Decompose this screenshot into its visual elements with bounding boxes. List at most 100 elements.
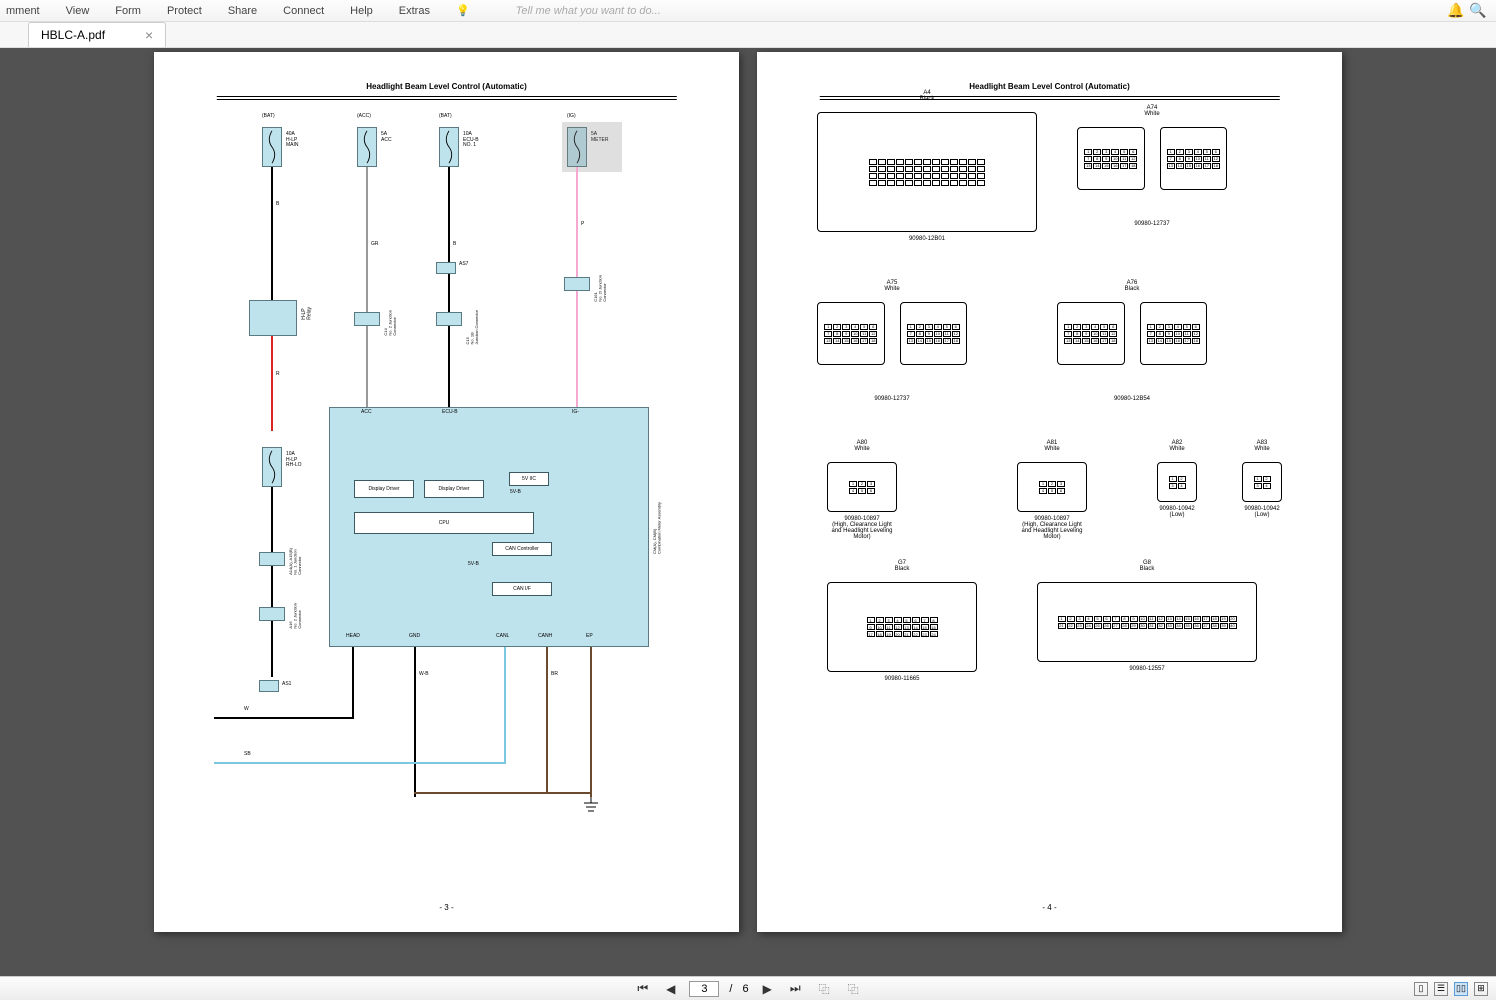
wl-p: P (581, 222, 584, 228)
fuse-top: (IG) (567, 114, 576, 120)
page-title: Headlight Beam Level Control (Automatic) (366, 82, 526, 91)
fuse-label: 10AECU-BNO. 1 (463, 132, 479, 149)
wire-cyan (504, 647, 506, 762)
menu-form[interactable]: Form (115, 5, 141, 17)
side-junc-label: A16No. 2 JunctionConnector (289, 603, 302, 629)
view-mode-2-icon[interactable]: ⿻ (844, 981, 863, 997)
wire-brown-h (414, 792, 592, 794)
connector-body: 123456789101112131415161718 (1160, 127, 1228, 190)
ecu-side-label: CM(A), CM(B)Combination Meter Assembly (653, 502, 662, 554)
connector-body: 123456789101112131415161718192021222324 (827, 582, 977, 672)
side-junc-label: A14(A), A15(B)No. 1 JunctionConnector (289, 548, 302, 575)
menu-extras[interactable]: Extras (399, 5, 430, 17)
menu-help[interactable]: Help (350, 5, 373, 17)
side-junction (259, 607, 285, 621)
connector-label: A83White (1242, 440, 1282, 452)
connector-body: 123456789101112131415161718 (817, 302, 885, 365)
continuous-icon[interactable]: ☰ (1434, 982, 1448, 996)
first-page-button[interactable]: ⏮ (633, 981, 652, 996)
fuse-ecub (439, 127, 459, 167)
view-mode-1-icon[interactable]: ⿻ (815, 981, 834, 997)
as1-label: AS1 (282, 682, 291, 688)
connector-partnum: 90980-10897(High, Clearance Light and He… (1017, 516, 1087, 540)
connector-body: 123456789101112131415161718 (1057, 302, 1125, 365)
connector-partnum: 90980-10897(High, Clearance Light and He… (827, 516, 897, 540)
connector-body: 123456789101112131415161718 (900, 302, 968, 365)
wire-white (271, 487, 273, 677)
5v-iic: 5V IIC (509, 472, 549, 486)
connector-label: A81White (1017, 440, 1087, 452)
highlight-region (562, 122, 622, 172)
connector-label: A75White (817, 280, 967, 292)
display-driver-1: Display Driver (354, 480, 414, 498)
connector-partnum: 90980-12B01 (817, 236, 1037, 242)
relay-block (249, 300, 297, 336)
connector-partnum: 90980-10942(Low) (1157, 506, 1197, 518)
wire-brown (546, 647, 548, 792)
connector-label: A4Black (817, 90, 1037, 102)
menu-protect[interactable]: Protect (167, 5, 202, 17)
relay-label: H-LPRelay (302, 307, 313, 320)
page-number: - 3 - (439, 903, 453, 912)
menu-share[interactable]: Share (228, 5, 257, 17)
connector-label: A80White (827, 440, 897, 452)
document-tab[interactable]: HBLC-A.pdf × (28, 22, 166, 47)
connector-partnum: 90980-12B54 (1057, 396, 1207, 402)
connector-label: A82White (1157, 440, 1197, 452)
pin-acc: ACC (361, 410, 372, 416)
wire-cyan-h (214, 762, 506, 764)
page-total: 6 (742, 983, 748, 995)
page-number: - 4 - (1042, 903, 1056, 912)
connector-partnum: 90980-11665 (827, 676, 977, 682)
wire-white (352, 647, 354, 717)
wl-r: R (276, 372, 280, 378)
wire (271, 167, 273, 252)
lightbulb-icon: 💡 (456, 4, 470, 17)
notification-icon[interactable]: 🔔 (1448, 2, 1464, 18)
can-if: CAN I/F (492, 582, 552, 596)
fuse-rhlo (262, 447, 282, 487)
single-page-icon[interactable]: ▯ (1414, 982, 1428, 996)
connector-body: 123456 (1017, 462, 1087, 512)
last-page-button[interactable]: ⏭ (786, 981, 805, 996)
connector-body: 123456 (827, 462, 897, 512)
junction-label: C15No. 1BJunction Connector (466, 310, 479, 344)
as7-label: AS7 (459, 262, 468, 268)
menu-mment[interactable]: mment (6, 5, 40, 17)
display-driver-2: Display Driver (424, 480, 484, 498)
cpu: CPU (354, 512, 534, 534)
view-icons: ▯ ☰ ▯▯ ⊞ (1414, 982, 1488, 996)
wire (366, 167, 368, 407)
fuse-top: (ACC) (357, 114, 371, 120)
menu-view[interactable]: View (66, 5, 90, 17)
two-page-icon[interactable]: ▯▯ (1454, 982, 1468, 996)
prev-page-button[interactable]: ◀ (662, 982, 679, 996)
junction-connector (354, 312, 380, 326)
pin-head: HEAD (346, 634, 360, 640)
menu-connect[interactable]: Connect (283, 5, 324, 17)
two-continuous-icon[interactable]: ⊞ (1474, 982, 1488, 996)
junction-label: C161No. 2I JunctionConnector (594, 275, 607, 302)
search-icon[interactable]: 🔍 (1470, 2, 1486, 18)
wl-wb: W-B (419, 672, 429, 678)
connector-partnum: 90980-12557 (1037, 666, 1257, 672)
wl-b2: B (453, 242, 456, 248)
fuse-label: 5AACC (381, 132, 392, 143)
page-sep: / (729, 983, 732, 995)
document-viewport[interactable]: Headlight Beam Level Control (Automatic)… (0, 48, 1496, 976)
can-controller: CAN Controller (492, 542, 552, 556)
menu-bar: mment View Form Protect Share Connect He… (0, 0, 1496, 22)
pin-canl: CANL (496, 634, 509, 640)
connector-label: A76Black (1057, 280, 1207, 292)
tell-me-input[interactable]: Tell me what you want to do... (516, 5, 661, 17)
page-3: Headlight Beam Level Control (Automatic)… (154, 52, 739, 932)
wire-white-h (214, 717, 354, 719)
pin-gnd: GND (409, 634, 420, 640)
close-tab-icon[interactable]: × (145, 27, 153, 43)
page-input[interactable] (689, 981, 719, 997)
fuse-top: (BAT) (262, 114, 275, 120)
wire-label-sb: SB (244, 752, 251, 758)
connector-body: 1234567891011121314151617181920212223242… (1037, 582, 1257, 662)
next-page-button[interactable]: ▶ (759, 982, 776, 996)
connector-label: G8Black (1037, 560, 1257, 572)
